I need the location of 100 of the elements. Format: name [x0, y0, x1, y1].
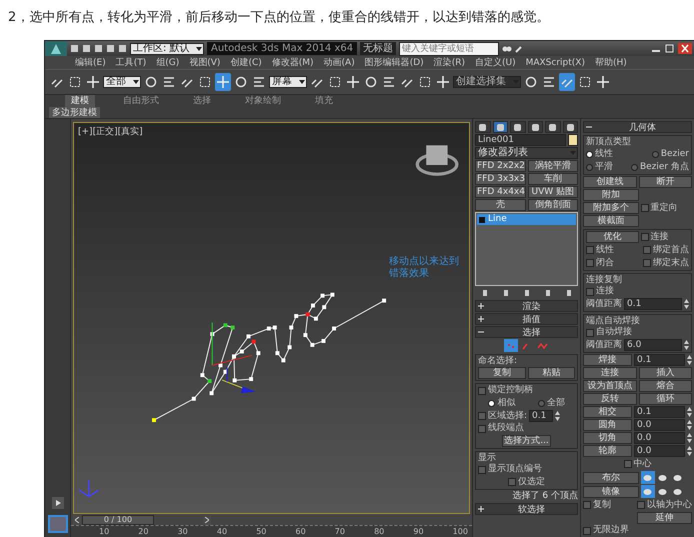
spinner-arrows-icon[interactable]: [687, 355, 692, 365]
menu-item[interactable]: 自定义(U): [474, 56, 516, 69]
modifier-button[interactable]: 涡轮平滑: [528, 160, 578, 172]
rollout-header[interactable]: 插值: [475, 313, 578, 325]
stack-item[interactable]: Line: [477, 214, 576, 225]
radio-button[interactable]: 线性: [586, 148, 613, 160]
operation-button[interactable]: 循环: [638, 393, 692, 405]
move-icon[interactable]: [217, 76, 229, 88]
value-field[interactable]: 0.0: [634, 445, 685, 457]
menu-item[interactable]: MAXScript(X): [526, 58, 585, 68]
checkbox[interactable]: 自动焊接: [586, 327, 689, 338]
panel-tab-button[interactable]: [475, 121, 490, 133]
modifier-button[interactable]: 倒角剖面: [528, 199, 578, 211]
coordinate-system-dropdown[interactable]: 屏幕: [269, 76, 307, 88]
modifier-button[interactable]: UVW 贴图: [528, 186, 578, 198]
ribbon-tab[interactable]: 填充: [309, 95, 339, 107]
checkbox[interactable]: 线性: [586, 244, 614, 256]
modifier-button[interactable]: FFD 3x3x3: [475, 173, 526, 185]
modifier-button[interactable]: FFD 4x4x4: [475, 186, 526, 198]
tool-button[interactable]: [345, 73, 361, 91]
close-icon[interactable]: [678, 43, 692, 54]
ribbon-tab[interactable]: 自由形式: [117, 95, 165, 107]
workspace-dropdown[interactable]: 工作区: 默认: [130, 42, 204, 54]
modifier-button[interactable]: 车削: [528, 173, 578, 185]
menu-item[interactable]: 工具(T): [116, 56, 146, 69]
mirror-button[interactable]: 镜像: [583, 486, 638, 498]
panel-tab-button[interactable]: [510, 121, 526, 133]
checkbox[interactable]: 区域选择:: [478, 410, 528, 422]
binoculars-icon[interactable]: [502, 44, 512, 53]
viewport-thumbnail-icon[interactable]: [48, 515, 68, 533]
value-field[interactable]: 0.1: [634, 354, 685, 366]
checkbox[interactable]: 锁定控制柄: [478, 385, 575, 396]
viewcube-icon[interactable]: [416, 145, 458, 176]
color-swatch[interactable]: [568, 134, 578, 146]
menu-item[interactable]: 创建(C): [230, 56, 262, 69]
value-field[interactable]: 0.0: [634, 432, 685, 444]
spinner-arrows-icon[interactable]: [684, 340, 689, 350]
radio-button[interactable]: 全部: [538, 398, 565, 408]
mirror-option-icon[interactable]: [640, 485, 654, 498]
area-value-field[interactable]: 0.1: [529, 410, 554, 422]
tool-button[interactable]: [435, 73, 451, 91]
rollout-header[interactable]: 选择: [475, 326, 578, 338]
object-name-field[interactable]: Line001: [475, 134, 566, 146]
checkbox[interactable]: 无限边界: [583, 525, 692, 536]
operation-button[interactable]: 熔合: [638, 380, 692, 392]
rollout-header[interactable]: 软选择: [475, 503, 578, 515]
checkbox[interactable]: 连接: [586, 286, 689, 297]
extend-button[interactable]: 延伸: [636, 512, 692, 524]
paste-button[interactable]: 粘贴: [528, 367, 575, 379]
panel-tab-button[interactable]: [562, 121, 578, 133]
app-logo-icon[interactable]: [45, 41, 67, 56]
checkbox[interactable]: 以轴为中心: [637, 500, 692, 510]
rollout-header[interactable]: 几何体: [583, 121, 692, 133]
refine-button[interactable]: 优化: [586, 231, 638, 243]
operation-button[interactable]: 插入: [638, 367, 692, 379]
radio-button[interactable]: 相似: [488, 398, 516, 408]
next-frame-button[interactable]: [203, 514, 211, 524]
search-field[interactable]: 键入关键字或短语: [399, 42, 500, 56]
break-button[interactable]: 断开: [638, 176, 692, 188]
spinner-arrows-icon[interactable]: [687, 446, 692, 456]
operation-button[interactable]: 相交: [583, 406, 632, 418]
radio-button[interactable]: Bezier 角点: [630, 162, 689, 172]
value-field[interactable]: 0.0: [634, 419, 685, 431]
attach-multiple-button[interactable]: 附加多个: [583, 202, 638, 214]
tool-button[interactable]: [595, 73, 611, 91]
named-selection-dropdown[interactable]: 创建选择集: [453, 76, 521, 88]
radio-button[interactable]: Bezier: [652, 148, 689, 160]
create-line-button[interactable]: 创建线: [583, 176, 636, 188]
checkbox[interactable]: 连接: [640, 232, 668, 242]
panel-tab-button[interactable]: [545, 121, 560, 133]
spinner-arrows-icon[interactable]: [687, 433, 692, 443]
menu-item[interactable]: 图形编辑器(D): [364, 56, 424, 69]
radio-button[interactable]: 平滑: [586, 162, 613, 172]
boolean-button[interactable]: 布尔: [583, 472, 638, 484]
menu-item[interactable]: 编辑(E): [75, 56, 106, 69]
spinner-arrows-icon[interactable]: [687, 420, 692, 430]
ribbon-tab[interactable]: 对象绘制: [239, 95, 287, 107]
panel-tab-button[interactable]: [492, 121, 508, 133]
select-by-button[interactable]: 选择方式...: [502, 435, 551, 447]
viewport-label[interactable]: [+][正交][真实]: [78, 125, 143, 138]
modifier-button[interactable]: FFD 2x2x2: [475, 160, 526, 172]
panel-tab-button[interactable]: [528, 121, 543, 133]
operation-button[interactable]: 反转: [583, 393, 636, 405]
operation-button[interactable]: 切角: [583, 432, 632, 444]
operation-button[interactable]: 轮廓: [583, 445, 632, 457]
spinner-arrows-icon[interactable]: [555, 411, 560, 421]
modifier-button[interactable]: 壳: [475, 199, 526, 211]
menu-item[interactable]: 渲染(R): [434, 56, 465, 69]
menu-item[interactable]: 视图(V): [189, 56, 220, 69]
checkbox[interactable]: 绑定首点: [643, 244, 689, 256]
cross-section-button[interactable]: 横截面: [583, 215, 638, 227]
copy-button[interactable]: 复制: [478, 367, 526, 379]
boolean-option-icon[interactable]: [640, 471, 654, 484]
modifier-list-dropdown[interactable]: 修改器列表: [475, 147, 578, 159]
operation-button[interactable]: 圆角: [583, 419, 632, 431]
spinner-arrows-icon[interactable]: [684, 299, 689, 309]
checkbox[interactable]: 显示顶点编号: [478, 464, 575, 475]
menu-item[interactable]: 组(G): [156, 56, 180, 69]
attach-button[interactable]: 附加: [583, 189, 638, 201]
maximize-icon[interactable]: [665, 44, 675, 53]
